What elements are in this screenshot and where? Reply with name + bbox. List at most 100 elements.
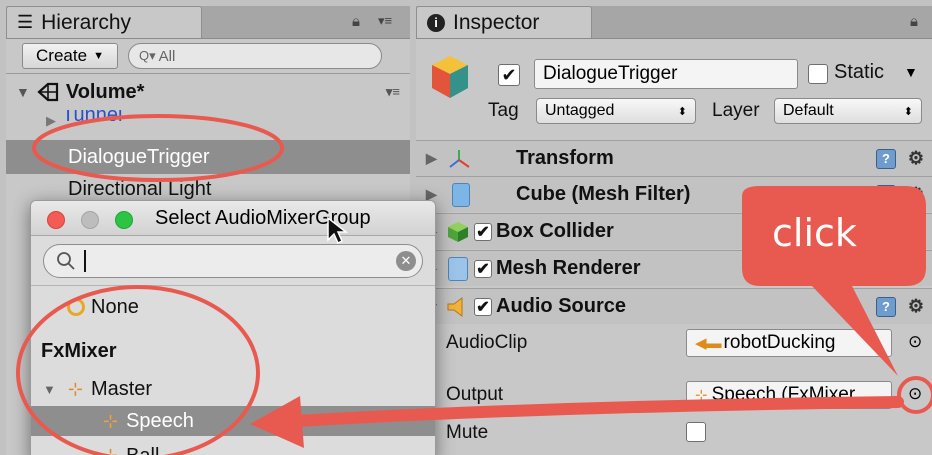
none-circle-icon [67,298,85,316]
option-ball-label: Ball [126,445,159,455]
component-title: Transform [516,147,614,169]
info-icon: i [427,13,445,32]
expand-triangle-icon: ▼ [16,84,30,100]
component-transform[interactable]: ▶ Transform ? ⚙ [416,140,932,176]
option-speech[interactable]: ⊹ Speech [31,406,435,436]
component-title: Cube (Mesh Filter) [516,183,691,205]
popup-titlebar[interactable]: Select AudioMixerGroup [31,201,435,236]
inspector-tabbar: i Inspector 🔒︎ [416,6,932,39]
hierarchy-item-tunnel[interactable]: ▶ Tunnel [6,110,410,132]
close-window-button[interactable] [47,211,65,229]
speaker-icon [447,296,463,317]
popup-title: Select AudioMixerGroup [155,206,371,229]
output-label: Output [446,384,504,405]
static-checkbox[interactable] [808,64,828,84]
tag-value: Untagged [545,102,615,119]
tab-inspector[interactable]: i Inspector [416,6,592,38]
option-none-label: None [91,295,139,318]
component-box-collider[interactable]: ▶ ✔ Box Collider [416,213,932,249]
component-mesh-filter[interactable]: ▶ Cube (Mesh Filter) ? ⚙ [416,176,932,212]
static-label: Static [834,61,885,83]
audio-clip-icon: ◀▬ [695,335,722,352]
component-enabled-checkbox[interactable]: ✔ [474,297,492,316]
tag-dropdown[interactable]: Untagged ⬍ [536,98,696,124]
audioclip-field[interactable]: ◀▬ robotDucking [686,329,892,357]
tab-inspector-label: Inspector [453,10,540,34]
search-icon [57,252,75,270]
mesh-renderer-icon [448,256,468,281]
mute-label: Mute [446,422,489,443]
component-title: Box Collider [496,220,614,242]
object-name-field[interactable]: DialogueTrigger [534,59,798,89]
scene-row[interactable]: ▼ Volume* ▾≡ [6,76,410,108]
hierarchy-search-placeholder: All [158,47,176,65]
transform-axes-icon [449,149,470,168]
layer-dropdown[interactable]: Default ⬍ [774,98,922,124]
create-label: Create [36,46,88,65]
chevron-down-icon: ▼ [93,50,104,62]
option-master[interactable]: ▼ ⊹ Master [31,373,435,405]
help-book-icon[interactable]: ? [876,184,896,205]
lock-icon[interactable]: 🔒︎ [352,13,360,30]
updown-icon: ⬍ [903,105,913,118]
mixer-header: FxMixer [31,335,435,367]
active-checkbox[interactable]: ✔ [498,64,520,86]
scene-name: Volume* [65,80,145,103]
option-speech-label: Speech [126,409,194,432]
text-cursor [84,250,86,272]
lock-icon[interactable]: 🔒︎ [910,13,918,30]
mesh-filter-icon [452,182,470,207]
option-none[interactable]: None [31,291,435,323]
component-title: Audio Source [496,295,627,317]
list-icon: ☰ [17,12,34,32]
tab-hierarchy[interactable]: ☰ Hierarchy [6,6,202,38]
component-enabled-checkbox[interactable]: ✔ [474,222,492,241]
expand-triangle-icon: ▶ [426,150,437,166]
zoom-window-button[interactable] [115,211,133,229]
unity-editor-screenshot: ☰ Hierarchy 🔒︎ ▾≡ Create ▼ Q▾ All ▼ Volu… [0,0,932,455]
select-audiomixergroup-window: Select AudioMixerGroup ✕ None FxMixer ▼ … [30,200,436,455]
mute-checkbox[interactable] [686,422,706,442]
hierarchy-item-label: DialogueTrigger [68,145,210,168]
hierarchy-item-label: Directional Light [68,177,212,200]
component-audio-source[interactable]: ▼ ✔ Audio Source ? ⚙ [416,288,932,324]
popup-search-input[interactable]: ✕ [43,244,423,278]
object-name-value: DialogueTrigger [543,63,678,84]
minimize-window-button[interactable] [81,211,99,229]
gear-icon[interactable]: ⚙ [908,296,924,317]
audioclip-label: AudioClip [446,332,528,353]
hierarchy-item-dialoguetrigger[interactable]: DialogueTrigger [6,140,410,174]
panel-menu-icon[interactable]: ▾≡ [378,13,392,29]
clear-search-icon[interactable]: ✕ [396,251,416,271]
gear-icon[interactable]: ⚙ [908,184,924,205]
output-picker-icon[interactable]: ⊙ [908,384,922,404]
mixer-name: FxMixer [41,339,117,362]
tab-hierarchy-label: Hierarchy [41,10,131,34]
layer-label: Layer [712,100,760,121]
component-mesh-renderer[interactable]: ▶ ✔ Mesh Renderer [416,250,932,286]
hierarchy-search-input[interactable]: Q▾ All [128,43,382,69]
help-book-icon[interactable]: ? [876,148,896,169]
updown-icon: ⬍ [677,105,687,118]
box-collider-icon [448,221,468,242]
gear-icon[interactable]: ⚙ [908,148,924,169]
audioclip-value: robotDucking [723,332,836,353]
mixer-group-icon: ⊹ [103,444,119,455]
layer-value: Default [783,102,834,119]
divider [31,285,435,286]
output-field[interactable]: ⊹ Speech (FxMixer [686,381,892,409]
component-enabled-checkbox[interactable]: ✔ [474,259,492,278]
static-dropdown-icon[interactable]: ▼ [904,64,918,80]
expand-triangle-icon: ▼ [43,381,56,397]
hierarchy-tabbar: ☰ Hierarchy 🔒︎ ▾≡ [6,6,410,39]
scene-menu-icon[interactable]: ▾≡ [386,84,400,100]
object-picker-icon[interactable]: ⊙ [908,332,922,352]
output-value: Speech (FxMixer [711,384,856,405]
option-ball[interactable]: ⊹ Ball [31,439,435,455]
mixer-group-icon: ⊹ [103,410,119,431]
mixer-group-icon: ⊹ [67,378,83,399]
create-button[interactable]: Create ▼ [22,43,118,69]
help-book-icon[interactable]: ? [876,296,896,317]
mixer-group-icon: ⊹ [695,387,708,404]
gameobject-cube-icon [432,56,468,98]
